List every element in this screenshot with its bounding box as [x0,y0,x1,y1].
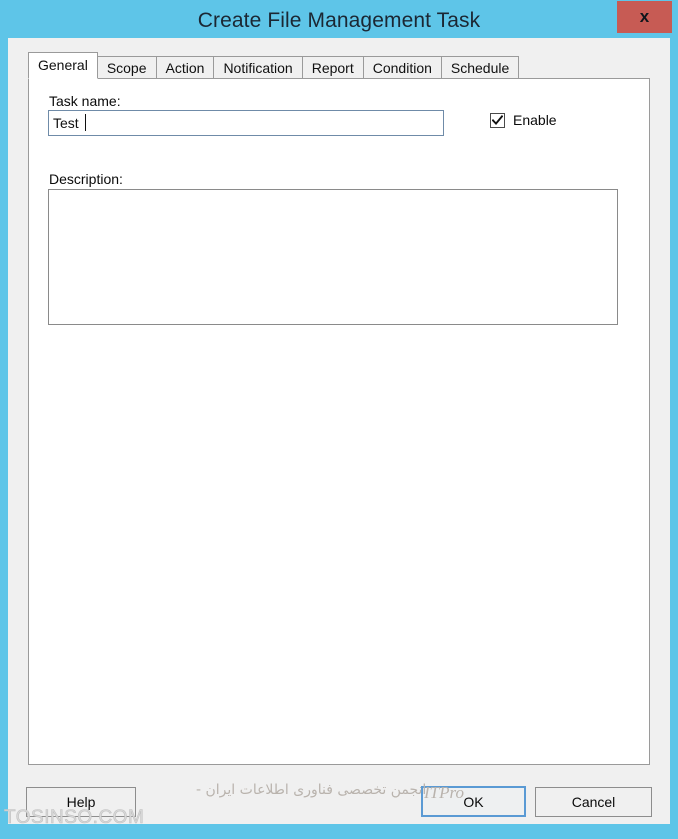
description-textarea[interactable] [48,189,618,325]
close-icon[interactable]: x [617,1,672,33]
tab-scope[interactable]: Scope [96,56,157,79]
dialog-body: General Scope Action Notification Report… [8,38,670,824]
tab-condition[interactable]: Condition [362,56,442,79]
cancel-button[interactable]: Cancel [535,787,652,817]
tab-general[interactable]: General [28,52,98,79]
help-button[interactable]: Help [26,787,136,817]
tab-strip: General Scope Action Notification Report… [28,52,520,79]
task-name-label: Task name: [49,93,121,109]
text-caret [85,114,86,131]
tab-notification[interactable]: Notification [213,56,303,79]
tab-panel-general: Task name: Enable Description: [28,78,650,765]
tab-report[interactable]: Report [301,56,364,79]
window-title: Create File Management Task [197,9,481,32]
ok-button[interactable]: OK [421,786,526,817]
tab-schedule[interactable]: Schedule [440,56,520,79]
description-label: Description: [49,171,123,187]
tab-action[interactable]: Action [155,56,215,79]
window-frame: Create File Management Task x General Sc… [0,0,678,839]
task-name-input[interactable] [48,110,444,136]
enable-label: Enable [513,112,557,128]
checkmark-icon[interactable] [490,112,505,128]
enable-checkbox-row[interactable]: Enable [490,112,557,128]
